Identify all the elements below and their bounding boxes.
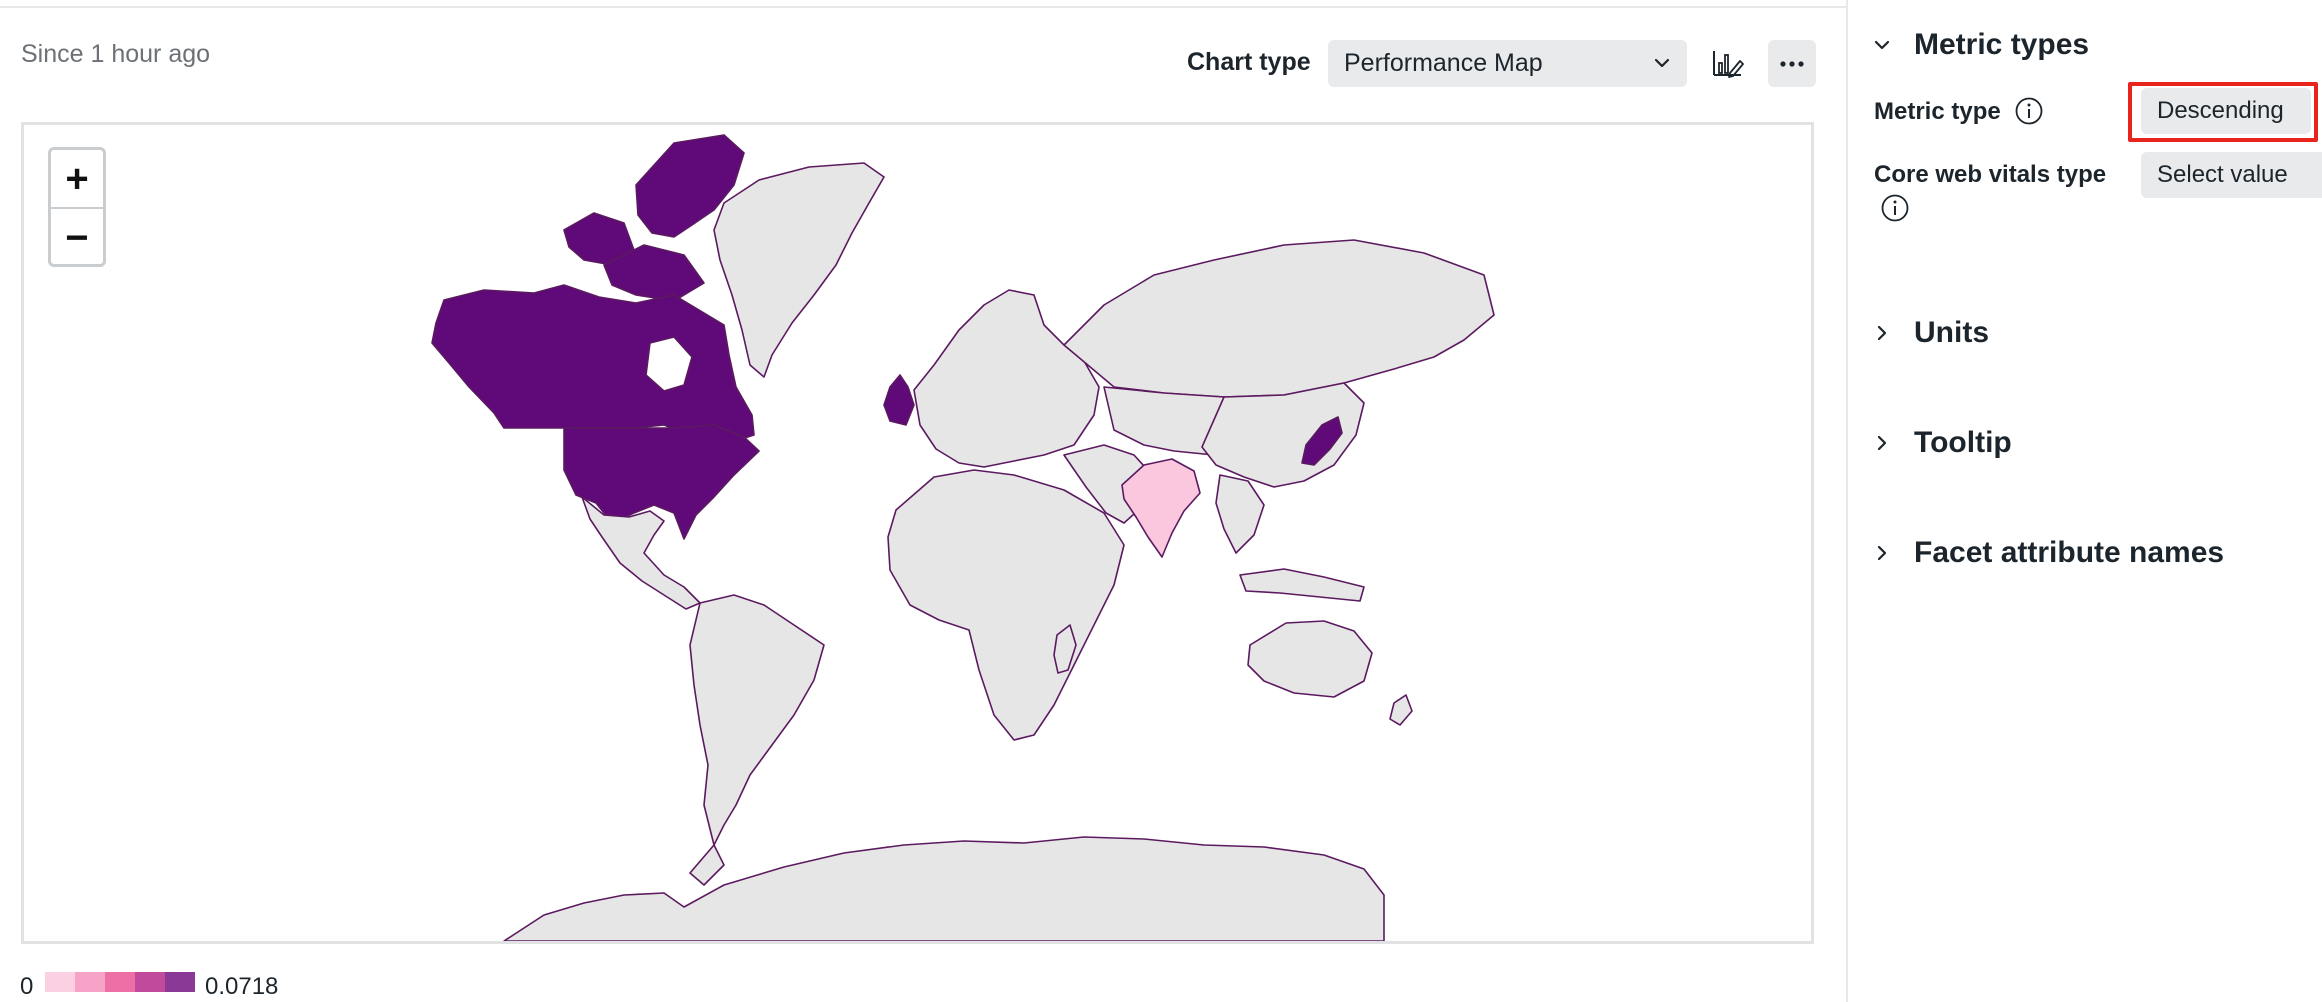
core-web-vitals-select[interactable]: Select value — [2141, 152, 2322, 198]
zoom-out-button[interactable]: − — [51, 207, 103, 264]
chevron-right-icon — [1877, 435, 1887, 451]
region-russia[interactable] — [1063, 239, 1495, 398]
legend-swatch — [165, 972, 195, 992]
region-greenland[interactable] — [713, 162, 885, 378]
legend-max-label: 0.0718 — [205, 973, 279, 1000]
region-australia[interactable] — [1247, 620, 1373, 698]
more-options-button[interactable] — [1768, 40, 1816, 87]
region-uk[interactable] — [883, 374, 915, 426]
legend-swatch — [75, 972, 105, 992]
legend-swatch — [45, 972, 75, 992]
legend-color-scale — [45, 972, 195, 992]
core-web-vitals-value: Select value — [2157, 161, 2288, 188]
region-antarctic-peninsula[interactable] — [689, 844, 725, 886]
chevron-right-icon — [1877, 325, 1887, 341]
legend-min-label: 0 — [20, 973, 34, 1000]
performance-map[interactable]: + − — [21, 122, 1814, 944]
panel-divider — [1846, 0, 1848, 1002]
region-india[interactable] — [1121, 458, 1201, 558]
section-metric-types[interactable]: Metric types — [1872, 28, 2089, 62]
core-web-vitals-label: Core web vitals type — [1874, 161, 2107, 188]
region-antarctica[interactable] — [503, 836, 1385, 941]
time-range-label: Since 1 hour ago — [21, 40, 211, 68]
chart-edit-icon — [1713, 50, 1744, 78]
info-icon[interactable] — [2014, 96, 2044, 126]
region-europe[interactable] — [913, 289, 1100, 468]
chevron-down-icon — [1874, 40, 1890, 50]
metric-type-label: Metric type — [1874, 98, 2001, 125]
zoom-control: + − — [48, 147, 106, 267]
section-units[interactable]: Units — [1872, 316, 1989, 350]
region-indonesia[interactable] — [1239, 568, 1365, 602]
section-facet-attribute-names[interactable]: Facet attribute names — [1872, 536, 2224, 570]
top-divider — [0, 6, 1846, 8]
app-root: Since 1 hour ago Chart type Performance … — [0, 0, 2322, 1002]
section-title: Metric types — [1914, 28, 2090, 61]
metric-type-select[interactable]: Descending — [2141, 88, 2311, 134]
section-title: Facet attribute names — [1914, 536, 2225, 569]
chart-settings-button[interactable] — [1704, 40, 1752, 87]
region-southeast-asia[interactable] — [1215, 474, 1265, 554]
legend-swatch — [135, 972, 165, 992]
region-canada[interactable] — [431, 284, 755, 444]
chart-type-select[interactable]: Performance Map — [1328, 40, 1687, 87]
section-title: Tooltip — [1914, 426, 2012, 459]
legend-swatch — [105, 972, 135, 992]
section-tooltip[interactable]: Tooltip — [1872, 426, 2012, 460]
world-map[interactable] — [24, 125, 1811, 941]
zoom-in-button[interactable]: + — [51, 150, 103, 207]
chevron-right-icon — [1877, 545, 1887, 561]
chevron-down-icon — [1654, 58, 1670, 68]
chart-type-value: Performance Map — [1344, 49, 1543, 77]
info-icon[interactable] — [1880, 193, 1910, 223]
region-south-america[interactable] — [689, 594, 825, 846]
region-new-zealand[interactable] — [1389, 694, 1413, 726]
chart-type-label: Chart type — [1187, 48, 1311, 76]
section-title: Units — [1914, 316, 1989, 349]
region-africa[interactable] — [887, 469, 1125, 741]
metric-type-value: Descending — [2157, 97, 2284, 124]
ellipsis-icon — [1780, 60, 1804, 67]
